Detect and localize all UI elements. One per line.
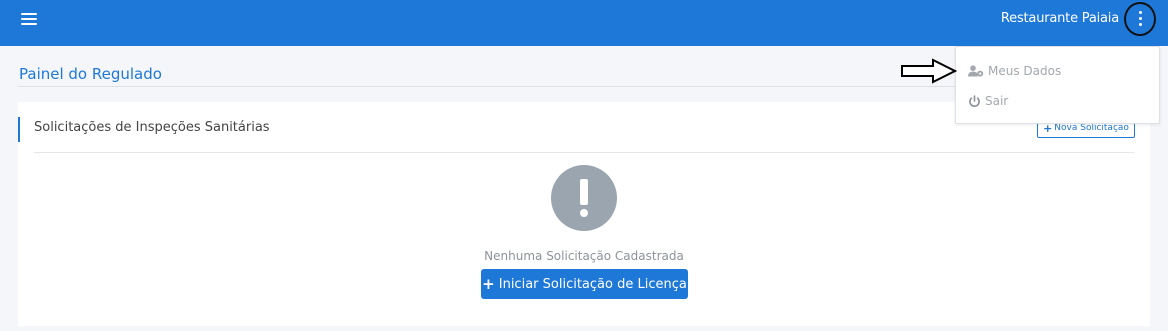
hamburger-icon[interactable] bbox=[21, 13, 37, 25]
menu-item-label: Sair bbox=[985, 94, 1009, 108]
card-accent-bar bbox=[18, 117, 20, 142]
menu-item-my-data[interactable]: Meus Dados bbox=[968, 62, 1061, 80]
start-license-request-label: Iniciar Solicitação de Licença bbox=[498, 276, 687, 292]
kebab-menu-button[interactable] bbox=[1124, 2, 1156, 36]
menu-item-label: Meus Dados bbox=[988, 64, 1062, 78]
top-navbar: Restaurante Paiaia bbox=[0, 0, 1168, 46]
new-request-label: Nova Solicitação bbox=[1054, 123, 1129, 133]
plus-icon: + bbox=[482, 275, 495, 293]
power-icon bbox=[969, 94, 980, 107]
exclamation-circle-icon bbox=[551, 165, 617, 231]
requests-card: Solicitações de Inspeções Sanitárias + N… bbox=[18, 102, 1150, 326]
kebab-vertical-icon bbox=[1139, 11, 1142, 14]
user-name: Restaurante Paiaia bbox=[1000, 11, 1119, 26]
page-title: Painel do Regulado bbox=[19, 65, 162, 83]
menu-item-logout[interactable]: Sair bbox=[968, 92, 1008, 110]
empty-state-text: Nenhuma Solicitação Cadastrada bbox=[484, 249, 684, 263]
right-arrow-icon bbox=[901, 58, 958, 84]
card-divider bbox=[34, 152, 1134, 153]
user-dropdown-menu: Meus Dados Sair bbox=[955, 46, 1160, 124]
start-license-request-button[interactable]: + Iniciar Solicitação de Licença bbox=[481, 269, 688, 299]
card-title: Solicitações de Inspeções Sanitárias bbox=[34, 120, 270, 135]
user-gear-icon bbox=[968, 65, 984, 77]
